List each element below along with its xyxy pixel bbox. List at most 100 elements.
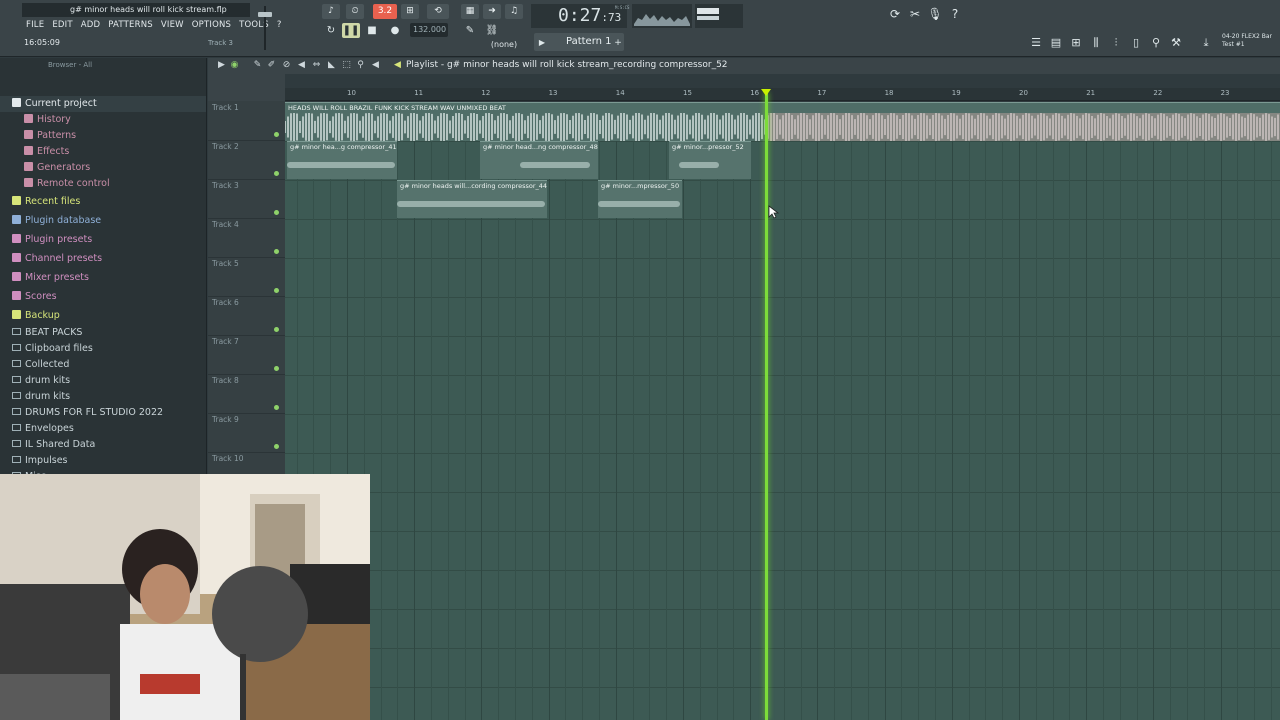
menu-options[interactable]: OPTIONS [188, 18, 235, 32]
track-label[interactable]: Track 4 [212, 220, 239, 229]
browser-item[interactable]: Mixer presets [0, 268, 206, 287]
playlist-play-icon[interactable]: ◀ [392, 60, 403, 71]
select-tool-icon[interactable]: ⬚ [341, 60, 352, 71]
mode-display[interactable]: 3.2 [373, 4, 397, 19]
track-mute-led[interactable] [274, 405, 279, 410]
clip-t3a[interactable]: g# minor heads will...cording compressor… [397, 180, 547, 218]
browser-item[interactable]: Plugin database [0, 211, 206, 230]
mute-tool-icon[interactable]: ◀ [296, 60, 307, 71]
track-label[interactable]: Track 8 [212, 376, 239, 385]
track-mute-led[interactable] [274, 132, 279, 137]
loop-record-icon[interactable]: ⟲ [427, 4, 449, 19]
playlist-arrow-icon[interactable]: ▶ [216, 60, 227, 71]
slip-tool-icon[interactable]: ⇔ [311, 60, 322, 71]
piano-roll-icon[interactable]: ⊞ [1068, 35, 1084, 51]
draw-tool-icon[interactable]: ✎ [252, 60, 263, 71]
playhead[interactable] [765, 92, 768, 720]
browser-item[interactable]: Generators [0, 160, 206, 176]
pause-button[interactable]: ❚❚ [342, 23, 360, 38]
slice-tool-icon[interactable]: ◣ [326, 60, 337, 71]
track-label[interactable]: Track 1 [212, 103, 239, 112]
track-mute-led[interactable] [274, 444, 279, 449]
step-edit-icon[interactable]: ⊞ [401, 4, 419, 19]
arrow-icon[interactable]: ➜ [483, 4, 501, 19]
link-icon[interactable]: ⛓ [483, 23, 501, 38]
mixer-strips-icon[interactable]: ⫶ [1108, 35, 1124, 51]
song-mode-icon[interactable]: ↻ [322, 23, 340, 38]
pattern-prev-icon[interactable]: ▶ [534, 35, 550, 51]
track-mute-led[interactable] [274, 210, 279, 215]
metronome-icon[interactable]: ♪ [322, 4, 340, 19]
browser-item[interactable]: BEAT PACKS [0, 325, 206, 341]
browser-item[interactable]: Recent files [0, 192, 206, 211]
snap-select[interactable]: (none) [481, 40, 527, 52]
track-label[interactable]: Track 6 [212, 298, 239, 307]
browser-item[interactable]: History [0, 112, 206, 128]
menu-file[interactable]: FILE [22, 18, 48, 32]
browser-item[interactable]: Envelopes [0, 421, 206, 437]
track-label[interactable]: Track 10 [212, 454, 244, 463]
tempo-display[interactable]: 132.000 [410, 23, 448, 37]
microphone-icon[interactable]: 🎙 [927, 6, 943, 22]
download-icon[interactable]: ⤓ [1198, 35, 1214, 51]
bell-icon[interactable]: ♫ [505, 4, 523, 19]
browser-item[interactable]: Backup [0, 306, 206, 325]
playlist-snap-icon[interactable]: ◉ [229, 60, 240, 71]
playlist-icon[interactable]: ☰ [1028, 35, 1044, 51]
track-mute-led[interactable] [274, 288, 279, 293]
browser-item[interactable]: Patterns [0, 128, 206, 144]
playlist-grid[interactable]: HEADS WILL ROLL BRAZIL FUNK KICK STREAM … [285, 102, 1280, 720]
piano-icon[interactable]: ▦ [461, 4, 479, 19]
browser-item[interactable]: drum kits [0, 389, 206, 405]
track-label[interactable]: Track 9 [212, 415, 239, 424]
browser-item[interactable]: DRUMS FOR FL STUDIO 2022 [0, 405, 206, 421]
delete-tool-icon[interactable]: ⊘ [281, 60, 292, 71]
browser-item[interactable]: Effects [0, 144, 206, 160]
track-mute-led[interactable] [274, 327, 279, 332]
browser-item[interactable]: IL Shared Data [0, 437, 206, 453]
record-button[interactable]: ● [386, 23, 404, 38]
pencil-icon[interactable]: ✎ [461, 23, 479, 38]
track-label[interactable]: Track 2 [212, 142, 239, 151]
cut-icon[interactable]: ✂ [907, 6, 923, 22]
browser-item[interactable]: Collected [0, 357, 206, 373]
browser-item[interactable]: Clipboard files [0, 341, 206, 357]
track-mute-led[interactable] [274, 171, 279, 176]
clip-t2c[interactable]: g# minor...pressor_52 [669, 141, 751, 179]
playhead-marker-icon[interactable] [761, 89, 771, 96]
wait-record-icon[interactable]: ⏲ [346, 4, 364, 19]
browser-header[interactable]: Browser - All [0, 58, 206, 74]
menu-view[interactable]: VIEW [157, 18, 188, 32]
browser-item[interactable]: Impulses [0, 453, 206, 469]
plugin-icon[interactable]: ⚲ [1148, 35, 1164, 51]
mixer-icon[interactable]: ⫼ [1088, 35, 1104, 51]
track-label[interactable]: Track 5 [212, 259, 239, 268]
song-time-display[interactable]: 0:27:73 M:S:CS [531, 4, 629, 28]
zoom-tool-icon[interactable]: ⚲ [355, 60, 366, 71]
master-volume-slider[interactable] [254, 4, 276, 52]
browser-item[interactable]: Current project [0, 96, 206, 112]
playback-tool-icon[interactable]: ◀ [370, 60, 381, 71]
menu-add[interactable]: ADD [77, 18, 105, 32]
flex-news[interactable]: 04-20 FLEX2 Bar Test #1 [1222, 33, 1272, 49]
browser-item[interactable]: drum kits [0, 373, 206, 389]
clip-t3b[interactable]: g# minor...mpressor_50 [598, 180, 682, 218]
stop-button[interactable]: ■ [363, 23, 381, 38]
channel-rack-icon[interactable]: ▤ [1048, 35, 1064, 51]
clip-track1[interactable]: HEADS WILL ROLL BRAZIL FUNK KICK STREAM … [285, 102, 1280, 141]
browser-icon[interactable]: ▯ [1128, 35, 1144, 51]
paint-tool-icon[interactable]: ✐ [266, 60, 277, 71]
menu-edit[interactable]: EDIT [48, 18, 76, 32]
browser-item[interactable]: Remote control [0, 176, 206, 192]
wrench-icon[interactable]: ⚒ [1168, 35, 1184, 51]
browser-item[interactable]: Plugin presets [0, 230, 206, 249]
track-label[interactable]: Track 3 [212, 181, 239, 190]
clip-t2a[interactable]: g# minor hea...g compressor_41 [287, 141, 397, 179]
timeline-ruler[interactable]: 10 11 12 13 14 15 16 17 18 19 20 21 22 23 [285, 88, 1280, 101]
track-label[interactable]: Track 7 [212, 337, 239, 346]
clip-t2b[interactable]: g# minor head...ng compressor_48 [480, 141, 598, 179]
browser-item[interactable]: Scores [0, 287, 206, 306]
pattern-add-icon[interactable]: + [610, 35, 626, 51]
track-mute-led[interactable] [274, 249, 279, 254]
menu-patterns[interactable]: PATTERNS [104, 18, 157, 32]
